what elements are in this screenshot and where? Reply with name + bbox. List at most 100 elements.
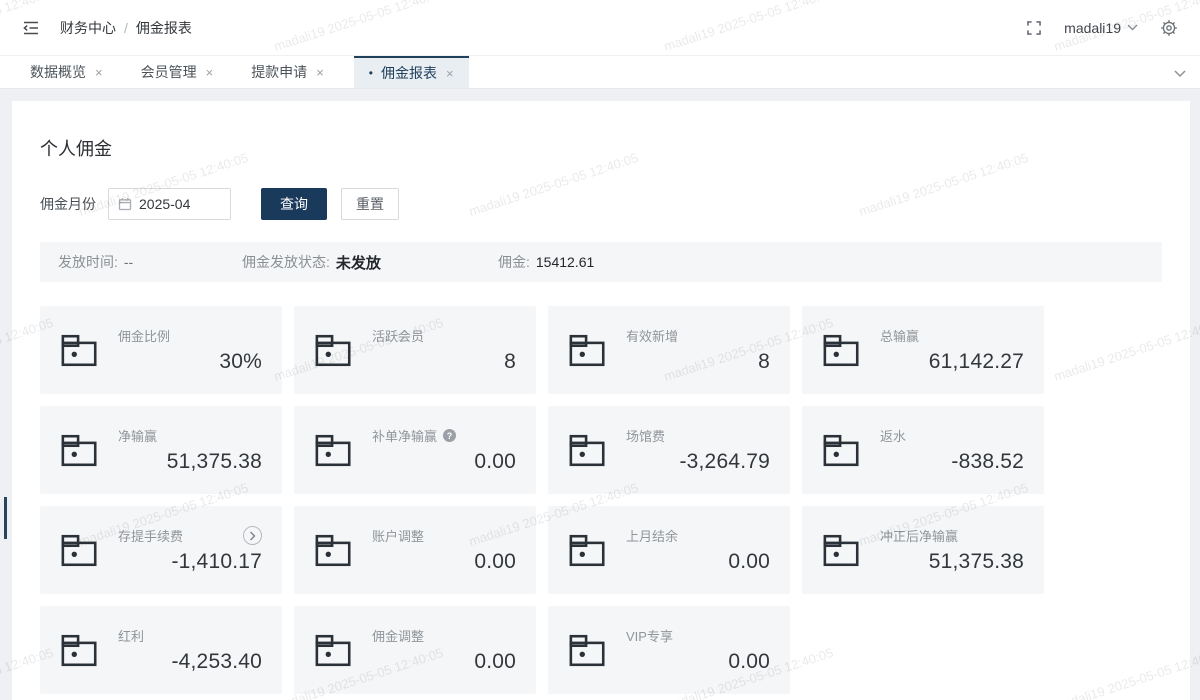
stat-card-label: 返水	[880, 426, 906, 445]
stat-card-value: -3,264.79	[626, 450, 770, 474]
stat-card-label: 总输赢	[880, 326, 919, 345]
release-time-value: --	[124, 254, 133, 270]
breadcrumb-page: 佣金报表	[136, 18, 192, 38]
stat-card-label: 存提手续费	[118, 526, 183, 545]
stat-card-value: 0.00	[372, 550, 516, 574]
tab-label: 提款申请	[251, 62, 307, 82]
stat-card-label: 场馆费	[626, 426, 665, 445]
stat-card-last-month-balance: 上月结余 0.00	[548, 506, 790, 594]
wallet-folder-icon	[314, 532, 354, 569]
wallet-folder-icon	[568, 532, 608, 569]
chevron-down-icon	[1127, 24, 1138, 31]
tab-bar: 数据概览 × 会员管理 × 提款申请 × • 佣金报表 ×	[0, 56, 1200, 89]
stat-card-value: 0.00	[372, 650, 516, 674]
page-title: 个人佣金	[40, 135, 1162, 161]
stat-card-commission-ratio: 佣金比例 30%	[40, 306, 282, 394]
tab-label: 会员管理	[141, 62, 197, 82]
breadcrumb: 财务中心 / 佣金报表	[60, 18, 192, 38]
stat-card-venue-fee: 场馆费 -3,264.79	[548, 406, 790, 494]
stat-card-label: 净输赢	[118, 426, 157, 445]
stat-card-supplement-net-winloss: 补单净输赢 ? 0.00	[294, 406, 536, 494]
release-time-label: 发放时间:	[58, 252, 118, 272]
wallet-folder-icon	[822, 332, 862, 369]
arrow-right-circle-icon[interactable]	[243, 526, 262, 545]
tab-label: 佣金报表	[381, 63, 437, 83]
wallet-folder-icon	[60, 532, 100, 569]
stat-card-value: 8	[372, 350, 516, 374]
wallet-folder-icon	[568, 632, 608, 669]
query-button[interactable]: 查询	[261, 188, 327, 220]
status-bar: 发放时间: -- 佣金发放状态: 未发放 佣金: 15412.61	[40, 242, 1162, 282]
stat-card-active-members: 活跃会员 8	[294, 306, 536, 394]
wallet-folder-icon	[568, 332, 608, 369]
stat-card-value: -838.52	[880, 450, 1024, 474]
month-picker[interactable]	[108, 188, 231, 220]
stat-card-value: 0.00	[372, 450, 516, 474]
stat-card-value: 0.00	[626, 550, 770, 574]
stat-card-label: VIP专享	[626, 626, 673, 645]
stat-card-vip-exclusive: VIP专享 0.00	[548, 606, 790, 694]
release-status-value: 未发放	[336, 252, 381, 273]
content-panel: 个人佣金 佣金月份 查询 重置 发放时间: -- 佣金发放状态: 未发放 佣金:…	[12, 101, 1190, 700]
stat-card-value: 51,375.38	[880, 550, 1024, 574]
tab-options-chevron-down-icon[interactable]	[1174, 65, 1186, 81]
filter-row: 佣金月份 查询 重置	[40, 188, 1162, 220]
commission-value: 15412.61	[536, 254, 594, 270]
wallet-folder-icon	[822, 532, 862, 569]
tab-member-management[interactable]: 会员管理 ×	[133, 56, 222, 88]
fullscreen-icon[interactable]	[1026, 20, 1042, 36]
wallet-folder-icon	[314, 332, 354, 369]
stat-card-label: 红利	[118, 626, 144, 645]
gear-icon[interactable]	[1160, 19, 1178, 37]
tab-withdrawal-request[interactable]: 提款申请 ×	[243, 56, 332, 88]
left-scroll-indicator	[4, 497, 7, 539]
stat-card-value: 30%	[118, 350, 262, 374]
wallet-folder-icon	[60, 432, 100, 469]
user-menu[interactable]: madali19	[1064, 20, 1138, 36]
tab-data-overview[interactable]: 数据概览 ×	[22, 56, 111, 88]
app-header: 财务中心 / 佣金报表 madali19	[0, 0, 1200, 56]
stat-card-total-winloss: 总输赢 61,142.27	[802, 306, 1044, 394]
breadcrumb-separator: /	[124, 20, 128, 36]
wallet-folder-icon	[314, 432, 354, 469]
wallet-folder-icon	[60, 332, 100, 369]
stat-card-corrected-net-winloss: 冲正后净输赢 51,375.38	[802, 506, 1044, 594]
stat-card-deposit-withdraw-fee: 存提手续费 -1,410.17	[40, 506, 282, 594]
release-status-label: 佣金发放状态:	[242, 252, 330, 272]
close-icon[interactable]: ×	[95, 65, 103, 80]
stat-card-net-winloss: 净输赢 51,375.38	[40, 406, 282, 494]
stat-card-account-adjustment: 账户调整 0.00	[294, 506, 536, 594]
tab-label: 数据概览	[30, 62, 86, 82]
stat-card-label: 活跃会员	[372, 326, 424, 345]
commission-month-input[interactable]	[139, 196, 219, 212]
stat-card-value: 51,375.38	[118, 450, 262, 474]
commission-label: 佣金:	[498, 252, 530, 272]
wallet-folder-icon	[822, 432, 862, 469]
stat-card-value: -1,410.17	[118, 550, 262, 574]
wallet-folder-icon	[568, 432, 608, 469]
wallet-folder-icon	[60, 632, 100, 669]
stat-card-value: 61,142.27	[880, 350, 1024, 374]
stat-card-value: 0.00	[626, 650, 770, 674]
stat-card-rebate: 返水 -838.52	[802, 406, 1044, 494]
reset-button[interactable]: 重置	[341, 188, 399, 220]
stat-card-label: 佣金调整	[372, 626, 424, 645]
stat-card-commission-adjustment: 佣金调整 0.00	[294, 606, 536, 694]
close-icon[interactable]: ×	[316, 65, 324, 80]
stat-card-grid: 佣金比例 30% 活跃会员 8 有效新增 8	[40, 306, 1162, 694]
calendar-icon	[118, 197, 132, 211]
question-circle-icon[interactable]: ?	[443, 429, 456, 442]
stat-card-label: 冲正后净输赢	[880, 526, 958, 545]
stat-card-value: 8	[626, 350, 770, 374]
menu-fold-icon[interactable]	[22, 19, 40, 37]
stat-card-label: 账户调整	[372, 526, 424, 545]
stat-card-label: 补单净输赢	[372, 426, 437, 445]
close-icon[interactable]: ×	[446, 66, 454, 81]
active-tab-dot: •	[369, 66, 373, 80]
wallet-folder-icon	[314, 632, 354, 669]
tab-commission-report[interactable]: • 佣金报表 ×	[354, 56, 469, 88]
close-icon[interactable]: ×	[206, 65, 214, 80]
stat-card-value: -4,253.40	[118, 650, 262, 674]
breadcrumb-section[interactable]: 财务中心	[60, 18, 116, 38]
stat-card-valid-new: 有效新增 8	[548, 306, 790, 394]
